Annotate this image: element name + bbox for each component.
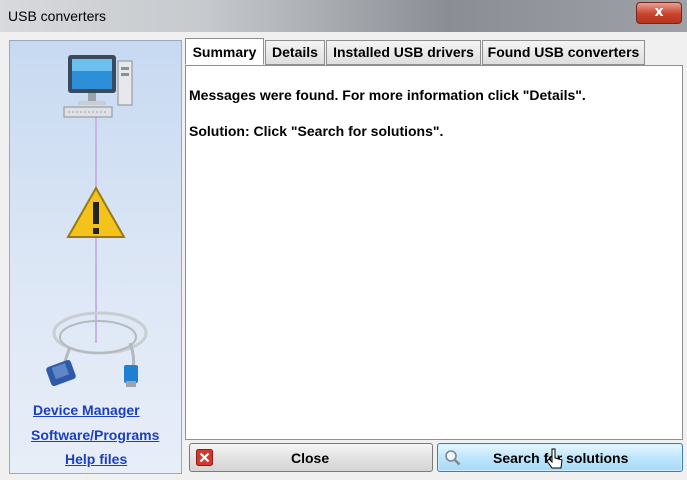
window-close-button[interactable]: x — [636, 2, 682, 24]
help-files-link[interactable]: Help files — [65, 451, 127, 467]
sidebar-panel: Device Manager Software/Programs Help fi… — [9, 40, 182, 474]
software-programs-link[interactable]: Software/Programs — [31, 427, 159, 443]
mouse-pointer-icon — [546, 448, 563, 469]
close-icon — [196, 449, 213, 466]
summary-solution: Solution: Click "Search for solutions". — [189, 123, 444, 139]
close-button[interactable]: Close — [189, 443, 433, 472]
computer-icon — [63, 55, 133, 118]
window-title: USB converters — [8, 8, 107, 24]
close-button-label: Close — [291, 450, 330, 466]
tab-found-usb-converters[interactable]: Found USB converters — [482, 40, 645, 65]
magnifier-icon — [445, 450, 461, 466]
usb-cable-icon — [46, 311, 148, 387]
tab-details[interactable]: Details — [265, 40, 325, 65]
summary-panel — [185, 65, 683, 440]
tab-installed-usb-drivers[interactable]: Installed USB drivers — [326, 40, 481, 65]
warning-icon — [66, 185, 126, 238]
usb-converters-window: USB converters x Device Manager Software… — [0, 0, 687, 480]
summary-message: Messages were found. For more informatio… — [189, 87, 586, 103]
title-bar[interactable]: USB converters x — [0, 0, 687, 32]
tab-summary[interactable]: Summary — [185, 38, 264, 65]
device-manager-link[interactable]: Device Manager — [33, 402, 140, 418]
